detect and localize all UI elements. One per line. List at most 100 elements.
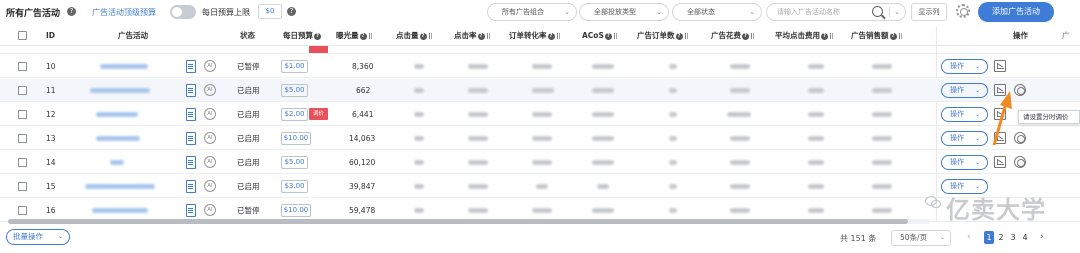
header-spend[interactable]: 广告花费? xyxy=(711,26,754,46)
help-icon[interactable]: ? xyxy=(359,32,367,40)
delivery-type-select[interactable]: 全部投放类型 ⌄ xyxy=(579,3,669,21)
page-2[interactable]: 2 xyxy=(996,231,1006,244)
action-dropdown[interactable]: 操作 ⌄ xyxy=(941,107,988,122)
batch-actions-button[interactable]: 批量操作 ⌄ xyxy=(6,229,70,245)
budget-input[interactable]: $10.00 xyxy=(281,204,311,217)
ai-icon[interactable]: AI xyxy=(204,84,216,96)
page-4[interactable]: 4 xyxy=(1020,231,1030,244)
header-orders[interactable]: 广告订单数? xyxy=(637,26,688,46)
document-icon[interactable] xyxy=(186,60,196,73)
row-checkbox[interactable] xyxy=(18,182,27,191)
search-icon[interactable] xyxy=(872,6,883,17)
page-1[interactable]: 1 xyxy=(984,231,994,244)
clock-icon[interactable] xyxy=(1014,156,1026,168)
budget-input[interactable]: $5.00 xyxy=(281,156,308,169)
help-icon[interactable]: ? xyxy=(477,32,485,40)
row-checkbox[interactable] xyxy=(18,110,27,119)
header-cvr[interactable]: 订单转化率? xyxy=(509,26,560,46)
ai-icon[interactable]: AI xyxy=(204,156,216,168)
campaign-name-link[interactable] xyxy=(96,112,138,117)
header-ctr[interactable]: 点击率? xyxy=(454,26,490,46)
document-icon[interactable] xyxy=(186,204,196,217)
help-icon[interactable]: ? xyxy=(287,7,296,16)
daily-budget-input[interactable]: $0 xyxy=(258,4,282,19)
prev-page-icon[interactable]: ‹ xyxy=(967,232,971,242)
portfolio-select[interactable]: 所有广告组合 ⌄ xyxy=(487,3,577,21)
chart-icon[interactable] xyxy=(994,156,1006,168)
chart-icon[interactable] xyxy=(994,60,1006,72)
help-icon[interactable]: ? xyxy=(889,32,897,40)
help-icon[interactable]: ? xyxy=(742,32,749,40)
sort-icon[interactable] xyxy=(368,33,372,39)
ai-icon[interactable]: AI xyxy=(204,108,216,120)
help-icon[interactable]: ? xyxy=(675,32,683,40)
status-select[interactable]: 全部状态 ⌄ xyxy=(672,3,762,21)
sort-icon[interactable] xyxy=(684,33,688,39)
budget-input[interactable]: $5.00 xyxy=(281,84,308,97)
row-checkbox[interactable] xyxy=(18,86,27,95)
row-checkbox[interactable] xyxy=(18,134,27,143)
table-row[interactable]: 14 AI 已启用 $5.00 60,120 操作 ⌄ xyxy=(0,151,1080,174)
header-cpc[interactable]: 平均点击费用? xyxy=(775,26,833,46)
campaign-name-link[interactable] xyxy=(92,208,148,213)
sort-icon[interactable] xyxy=(486,33,490,39)
sort-icon[interactable] xyxy=(613,33,617,39)
document-icon[interactable] xyxy=(186,84,196,97)
document-icon[interactable] xyxy=(186,132,196,145)
document-icon[interactable] xyxy=(186,108,196,121)
table-row[interactable]: 10 AI 已暂停 $1.00 8,360 操作 ⌄ xyxy=(0,55,1080,78)
help-icon[interactable]: ? xyxy=(314,32,321,40)
show-columns-button[interactable]: 显示列 xyxy=(911,3,947,21)
row-checkbox[interactable] xyxy=(18,158,27,167)
document-icon[interactable] xyxy=(186,180,196,193)
help-icon[interactable]: ? xyxy=(547,32,555,40)
row-checkbox[interactable] xyxy=(18,206,27,215)
ai-icon[interactable]: AI xyxy=(204,60,216,72)
campaign-name-link[interactable] xyxy=(90,88,150,93)
sort-icon[interactable] xyxy=(830,33,833,39)
campaign-name-link[interactable] xyxy=(110,160,124,165)
action-dropdown[interactable]: 操作 ⌄ xyxy=(941,83,988,98)
page-size-select[interactable]: 50条/页 ⌄ xyxy=(891,230,951,246)
top-budget-toggle[interactable] xyxy=(170,5,196,19)
header-clicks[interactable]: 点击量? xyxy=(396,26,432,46)
budget-input[interactable]: $1.00 xyxy=(281,60,308,73)
top-budget-link[interactable]: 广告活动顶级预算 xyxy=(92,7,156,18)
budget-input[interactable]: $2.00 xyxy=(281,108,308,121)
ai-icon[interactable]: AI xyxy=(204,204,216,216)
select-all-checkbox[interactable] xyxy=(18,31,27,40)
table-row[interactable]: 13 AI 已启用 $10.00 14,063 操作 ⌄ xyxy=(0,127,1080,150)
table-row[interactable]: 12 AI 已启用 $2.00 调价 6,441 操作 ⌄ xyxy=(0,103,1080,126)
help-icon[interactable]: ? xyxy=(419,32,427,40)
campaign-name-link[interactable] xyxy=(100,64,148,69)
table-row[interactable]: 11 AI 已启用 $5.00 662 操作 ⌄ xyxy=(0,79,1080,102)
header-impressions[interactable]: 曝光量? xyxy=(336,26,372,46)
page-3[interactable]: 3 xyxy=(1008,231,1018,244)
chevron-down-icon[interactable]: ⌄ xyxy=(894,4,900,20)
header-acos[interactable]: ACoS? xyxy=(582,26,617,46)
action-dropdown[interactable]: 操作 ⌄ xyxy=(941,155,988,170)
add-campaign-button[interactable]: 添加广告活动 xyxy=(978,2,1054,22)
campaign-name-link[interactable] xyxy=(96,136,140,141)
action-dropdown[interactable]: 操作 ⌄ xyxy=(941,59,988,74)
scrollbar-thumb[interactable] xyxy=(8,219,908,224)
header-daily-budget[interactable]: 每日预算? xyxy=(283,26,321,46)
ai-icon[interactable]: AI xyxy=(204,132,216,144)
header-sales[interactable]: 广告销售额? xyxy=(851,26,902,46)
next-page-icon[interactable]: › xyxy=(1040,232,1044,242)
campaign-name-link[interactable] xyxy=(85,184,155,189)
budget-input[interactable]: $10.00 xyxy=(281,132,311,145)
sort-icon[interactable] xyxy=(898,33,902,39)
table-row[interactable]: 15 AI 已启用 $3.00 39,847 操作 ⌄ xyxy=(0,175,1080,198)
gear-icon[interactable] xyxy=(956,4,970,18)
action-dropdown[interactable]: 操作 ⌄ xyxy=(941,131,988,146)
horizontal-scrollbar[interactable] xyxy=(8,219,930,224)
sort-icon[interactable] xyxy=(751,33,754,39)
help-icon[interactable]: ? xyxy=(604,32,612,40)
row-checkbox[interactable] xyxy=(18,62,27,71)
document-icon[interactable] xyxy=(186,156,196,169)
help-icon[interactable]: ? xyxy=(67,7,76,16)
sort-icon[interactable] xyxy=(556,33,560,39)
budget-input[interactable]: $3.00 xyxy=(281,180,308,193)
sort-icon[interactable] xyxy=(428,33,432,39)
